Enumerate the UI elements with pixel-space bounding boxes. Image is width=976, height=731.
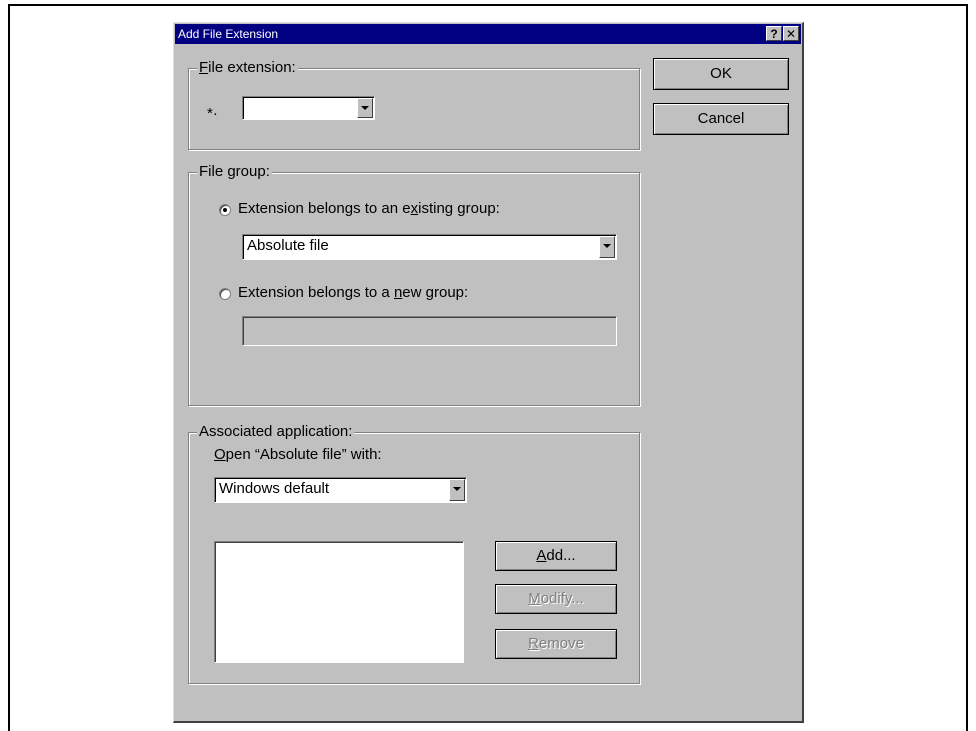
open-with-label: Open “Absolute file” with:: [214, 446, 382, 463]
application-list[interactable]: [214, 541, 464, 663]
file-group-legend: File group:: [197, 163, 272, 181]
cancel-button[interactable]: Cancel: [653, 103, 789, 135]
existing-group-selected: Absolute file: [247, 237, 329, 254]
file-group-group: File group: Extension belongs to an exis…: [188, 163, 640, 406]
title-bar: Add File Extension ? ✕: [175, 24, 801, 44]
close-button[interactable]: ✕: [783, 26, 799, 41]
modify-button[interactable]: Modify...: [495, 584, 617, 614]
file-extension-group: File extension: *·: [188, 59, 640, 150]
file-extension-legend: File extension:: [197, 59, 298, 77]
add-file-extension-dialog: Add File Extension ? ✕ File extension: *…: [173, 22, 804, 723]
existing-group-radio[interactable]: [219, 204, 231, 216]
open-with-combobox[interactable]: Windows default: [214, 477, 467, 503]
dialog-title: Add File Extension: [178, 27, 279, 41]
file-extension-combobox[interactable]: [242, 96, 375, 120]
open-with-selected: Windows default: [219, 480, 330, 497]
close-icon: ✕: [785, 27, 797, 41]
existing-group-combobox[interactable]: Absolute file: [242, 234, 617, 260]
new-group-radio[interactable]: [219, 288, 231, 300]
remove-button[interactable]: Remove: [495, 629, 617, 659]
new-group-input[interactable]: [242, 316, 617, 346]
add-button[interactable]: Add...: [495, 541, 617, 571]
help-icon: ?: [770, 27, 778, 41]
extension-prefix: *·: [207, 105, 218, 122]
associated-application-legend: Associated application:: [197, 423, 355, 441]
existing-group-label[interactable]: Extension belongs to an existing group:: [238, 200, 500, 218]
ok-button[interactable]: OK: [653, 58, 789, 90]
chevron-down-icon[interactable]: [357, 98, 373, 118]
help-button[interactable]: ?: [766, 26, 782, 41]
chevron-down-icon[interactable]: [599, 236, 615, 258]
associated-application-group: Associated application: Open “Absolute f…: [188, 423, 640, 684]
new-group-label[interactable]: Extension belongs to a new group:: [238, 284, 468, 302]
chevron-down-icon[interactable]: [449, 479, 465, 501]
